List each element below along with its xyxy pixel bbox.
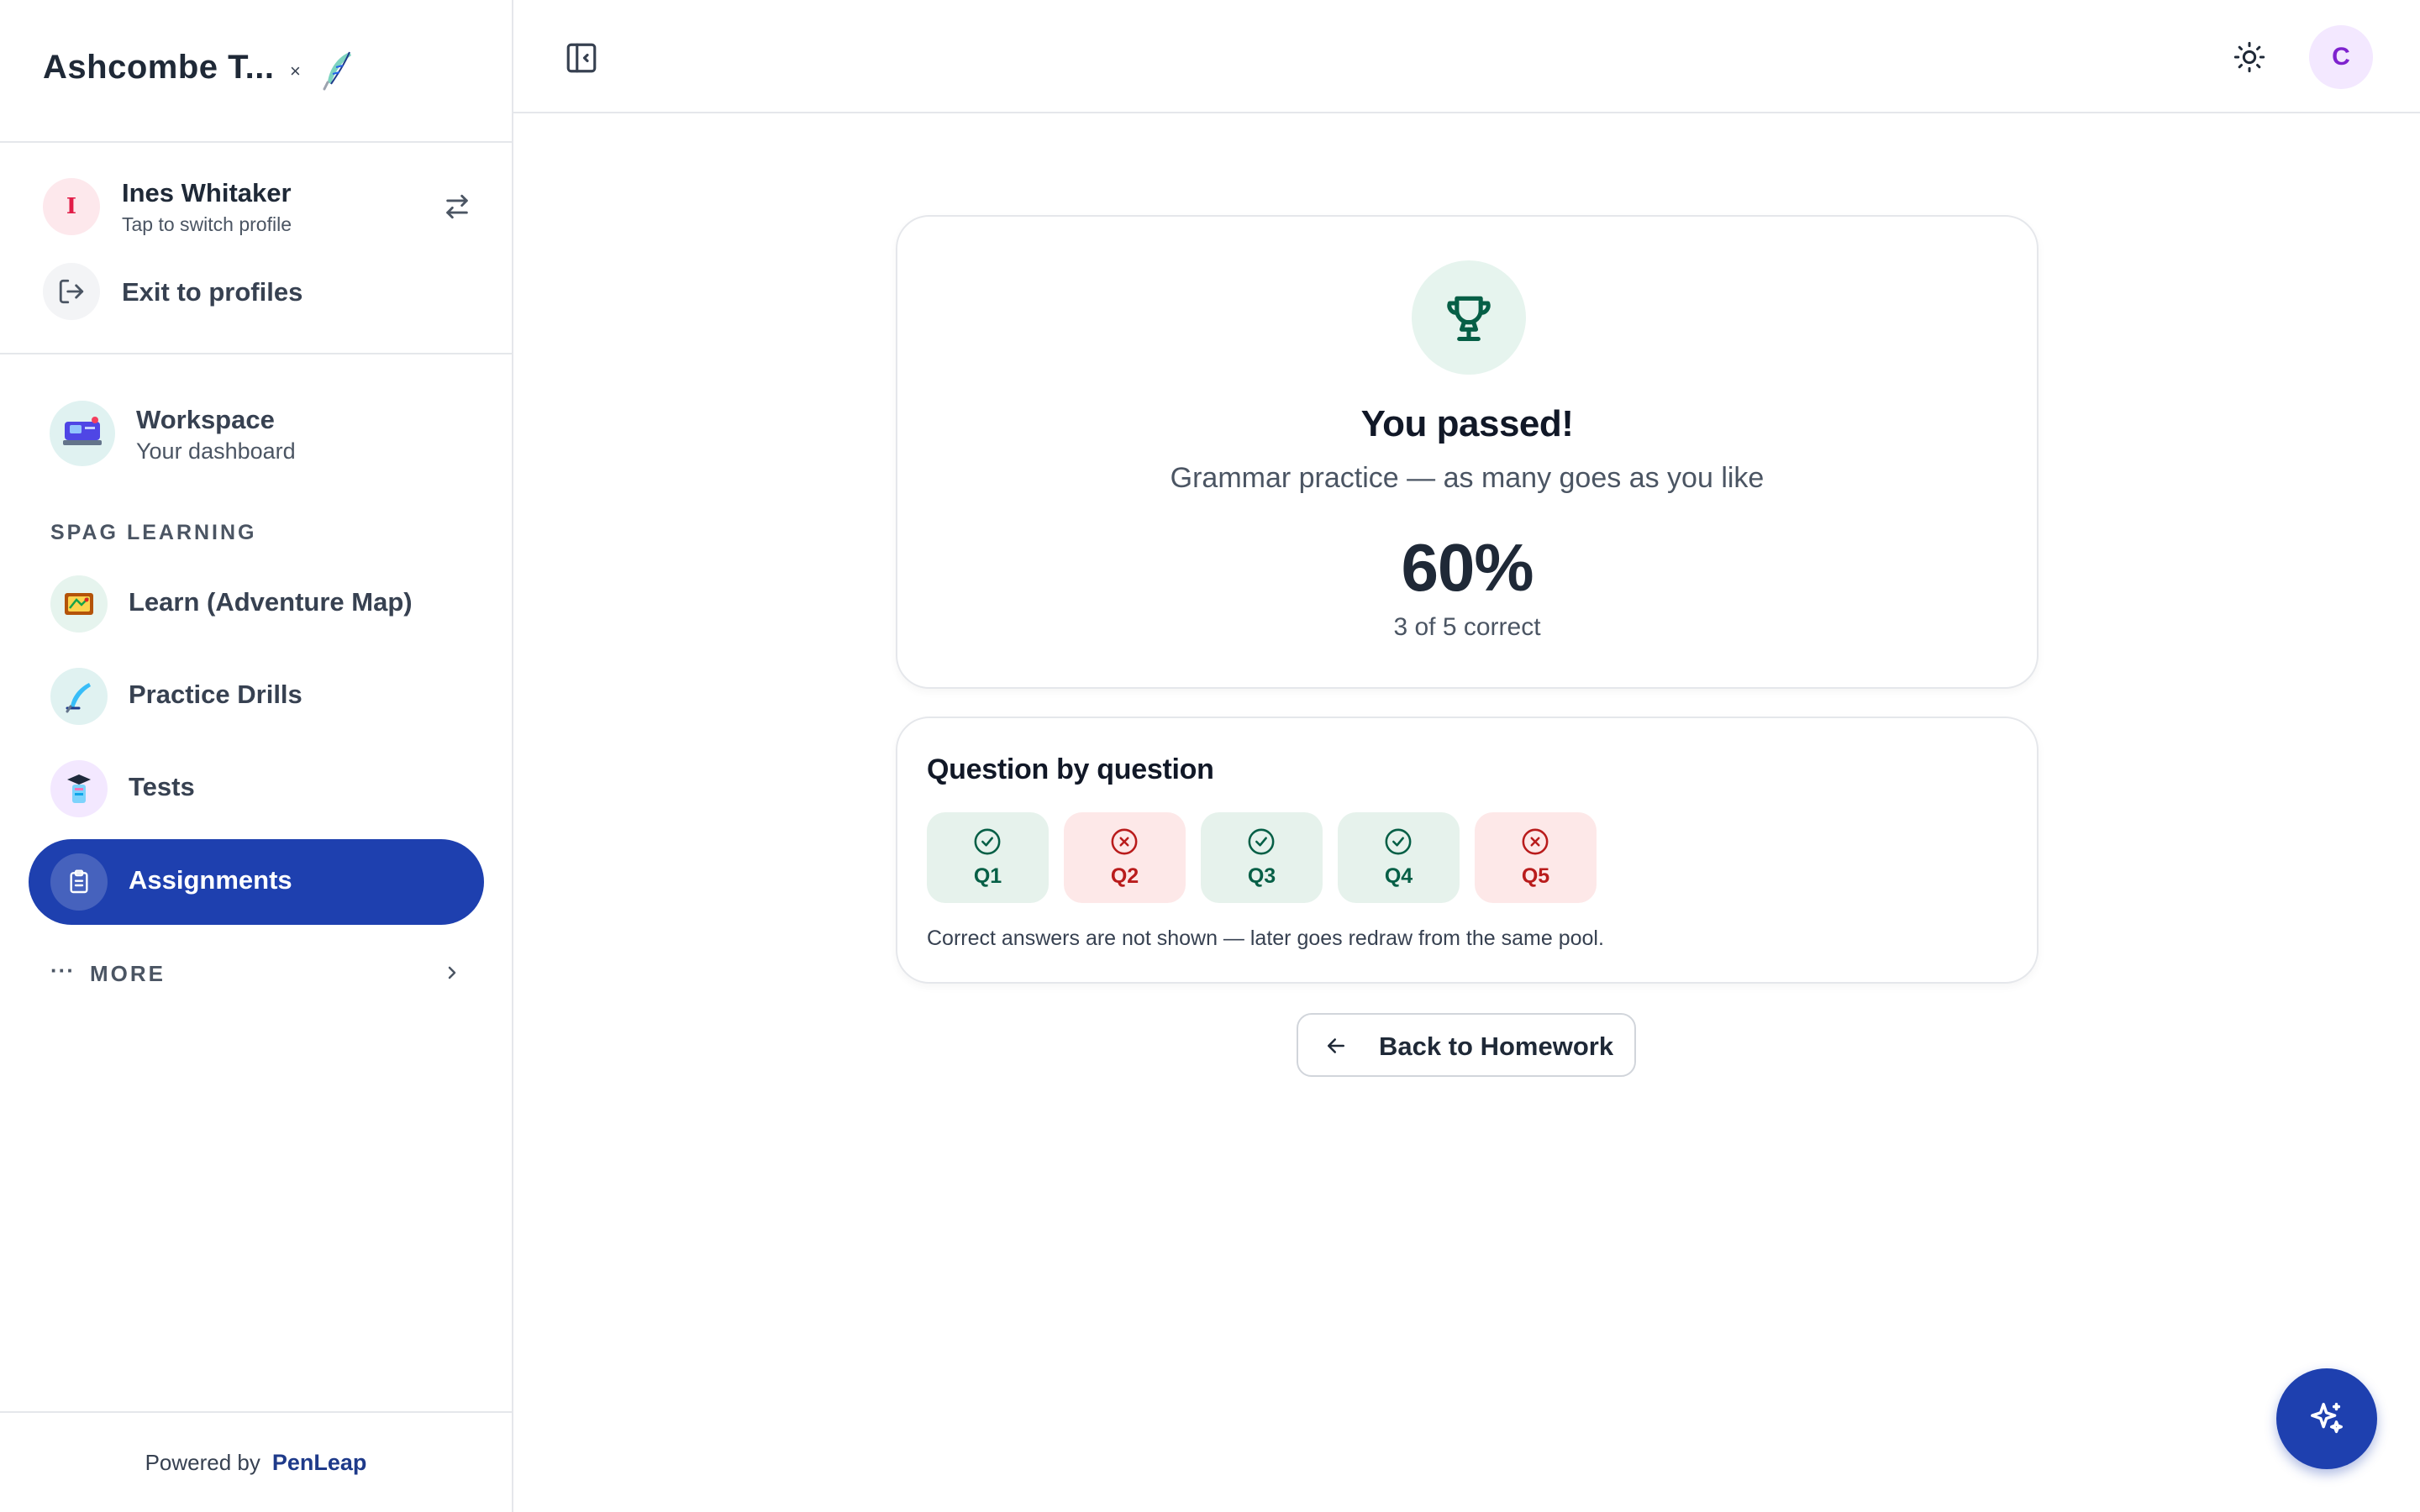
breakdown-note: Correct answers are not shown — later go…	[927, 927, 1604, 950]
question-chip-q4[interactable]: Q4	[1338, 812, 1460, 903]
top-bar: C	[513, 0, 2420, 113]
result-card: You passed! Grammar practice — as many g…	[896, 215, 2039, 689]
profile-avatar[interactable]: I	[43, 178, 100, 235]
chevron-right-icon	[448, 966, 456, 979]
trophy-badge	[1412, 260, 1526, 375]
school-title[interactable]: Ashcombe T...	[43, 49, 274, 87]
x-circle-icon	[1111, 828, 1138, 855]
ai-assistant-button[interactable]	[2276, 1368, 2377, 1469]
penleap-brand-link[interactable]: PenLeap	[272, 1450, 367, 1476]
question-label: Q2	[1110, 864, 1139, 888]
more-menu-toggle[interactable]: ··· MORE	[50, 958, 462, 991]
close-icon[interactable]: ×	[290, 60, 301, 82]
sidebar-item-label: Practice Drills	[129, 680, 302, 709]
workspace-title[interactable]: Workspace	[136, 405, 275, 435]
feather-quill-icon	[323, 51, 351, 91]
user-avatar[interactable]: C	[2309, 25, 2373, 89]
question-label: Q1	[973, 864, 1002, 888]
sidebar-item-label: Assignments	[129, 865, 292, 895]
check-circle-icon	[1248, 828, 1275, 855]
check-circle-icon	[974, 828, 1001, 855]
profile-name[interactable]: Ines Whitaker	[122, 178, 292, 208]
trophy-icon	[1447, 296, 1491, 342]
quill-pen-icon	[50, 668, 108, 725]
clipboard-icon	[50, 853, 108, 911]
powered-by-label: Powered by	[145, 1449, 260, 1475]
more-label: MORE	[90, 961, 166, 986]
sidebar-item-label: Tests	[129, 772, 195, 801]
more-dots-icon: ···	[50, 958, 75, 983]
switch-profile-icon[interactable]	[443, 192, 471, 221]
profile-switch-hint: Tap to switch profile	[122, 213, 292, 235]
arrow-left-icon	[1328, 1038, 1344, 1053]
score-detail: 3 of 5 correct	[1393, 613, 1541, 641]
question-chip-q2[interactable]: Q2	[1064, 812, 1186, 903]
x-circle-icon	[1522, 828, 1549, 855]
question-label: Q4	[1384, 864, 1413, 888]
sidebar-item-learn[interactable]: Learn (Adventure Map)	[29, 561, 484, 647]
question-breakdown-card: Question by question Q1 Q2 Q3 Q4 Q5 Corr…	[896, 717, 2039, 984]
result-subtitle: Grammar practice — as many goes as you l…	[1170, 462, 1765, 494]
graduation-icon	[50, 760, 108, 817]
sidebar-item-assignments[interactable]: Assignments	[29, 839, 484, 925]
question-label: Q3	[1247, 864, 1276, 888]
section-label-spag: SPAG LEARNING	[50, 521, 257, 544]
workspace-icon[interactable]	[50, 401, 115, 466]
log-out-icon	[59, 279, 84, 304]
back-to-homework-button[interactable]: Back to Homework	[1297, 1013, 1636, 1077]
profile-section	[0, 143, 512, 354]
sidebar-item-label: Learn (Adventure Map)	[129, 587, 413, 617]
breakdown-title: Question by question	[927, 753, 1214, 785]
question-chip-list: Q1 Q2 Q3 Q4 Q5	[927, 812, 1597, 903]
back-to-homework-label: Back to Homework	[1379, 1032, 1614, 1061]
sparkles-icon	[2311, 1403, 2343, 1434]
sun-icon[interactable]	[2233, 40, 2266, 74]
sidebar-item-practice[interactable]: Practice Drills	[29, 654, 484, 739]
question-chip-q3[interactable]: Q3	[1201, 812, 1323, 903]
question-label: Q5	[1521, 864, 1550, 888]
sidebar: Ashcombe T... × I Ines Whitaker Tap to s…	[0, 0, 513, 1512]
question-chip-q5[interactable]: Q5	[1475, 812, 1597, 903]
result-title: You passed!	[1360, 403, 1574, 444]
exit-profiles-label[interactable]: Exit to profiles	[122, 277, 302, 307]
score-percent: 60%	[1401, 530, 1534, 605]
sidebar-item-tests[interactable]: Tests	[29, 746, 484, 832]
map-icon	[50, 575, 108, 633]
sidebar-header: Ashcombe T... ×	[0, 0, 512, 143]
exit-profiles-button[interactable]	[43, 263, 100, 320]
sidebar-collapse-icon[interactable]	[564, 40, 599, 76]
workspace-subtitle: Your dashboard	[136, 438, 296, 464]
desk-illustration-icon	[63, 417, 102, 445]
sidebar-footer: Powered by PenLeap	[0, 1411, 512, 1512]
check-circle-icon	[1385, 828, 1412, 855]
question-chip-q1[interactable]: Q1	[927, 812, 1049, 903]
